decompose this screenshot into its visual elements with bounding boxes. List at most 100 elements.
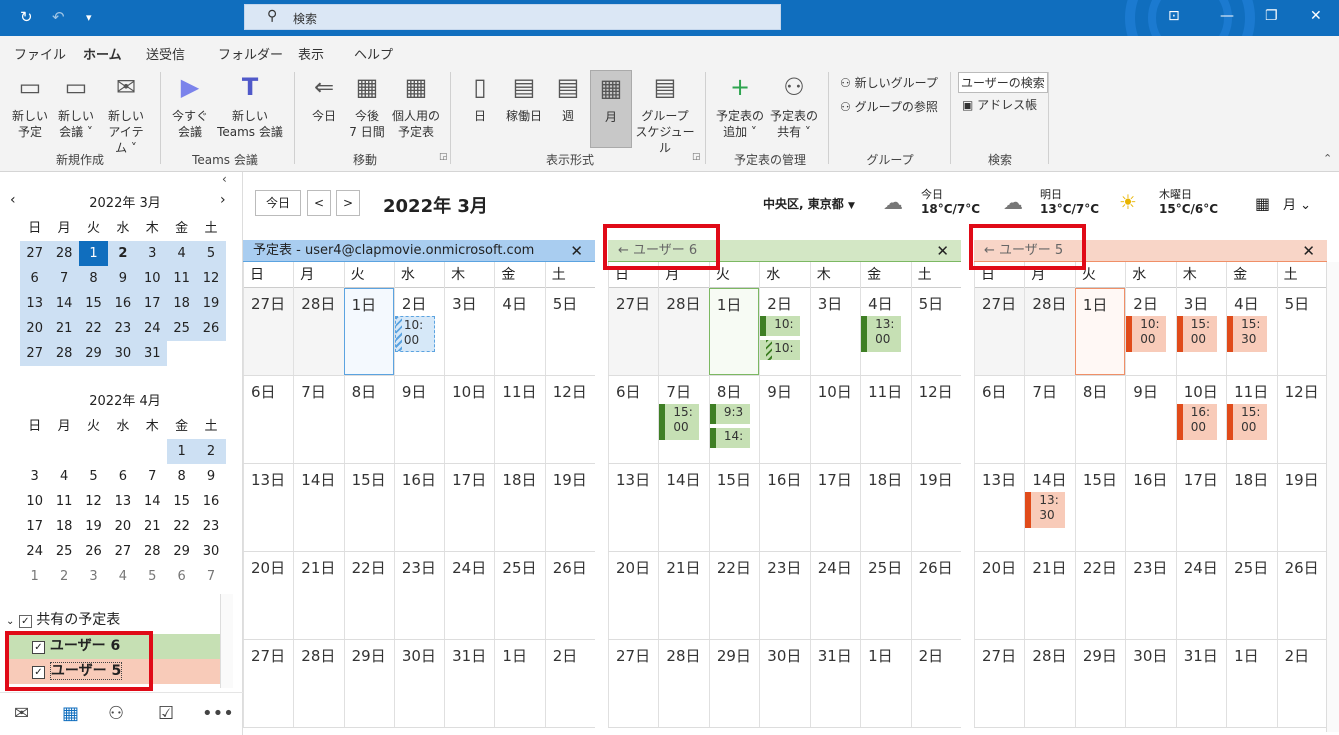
calendar-tab[interactable]: ← ユーザー 6 ✕ (608, 240, 961, 262)
event-item[interactable]: 13: 00 (861, 316, 902, 352)
new-item-button[interactable]: ✉ 新しい アイテム ˅ (104, 70, 148, 156)
day-cell[interactable]: 12日 (544, 376, 595, 463)
day-cell[interactable]: 28日 (293, 288, 344, 375)
day-cell[interactable]: 15日 (343, 464, 394, 551)
prev-month-icon[interactable]: ‹ (10, 192, 16, 208)
event-item[interactable]: 13: 30 (1025, 492, 1066, 528)
mini-calendar-day[interactable]: 24 (137, 316, 167, 341)
mini-calendar-day[interactable]: 1 (20, 564, 49, 589)
day-cell[interactable]: 19日 (1276, 464, 1327, 551)
day-cell[interactable]: 3日 (809, 288, 860, 375)
day-cell[interactable]: 22日 (343, 552, 394, 639)
calendar-scrollbar[interactable] (1326, 262, 1339, 732)
group-checkbox[interactable]: ✓ (18, 615, 32, 628)
day-cell[interactable]: 16日 (759, 464, 809, 551)
day-cell[interactable]: 4日 13: 00 (860, 288, 910, 375)
day-cell[interactable]: 2日 10: 10: (759, 288, 809, 375)
video-button[interactable]: ▶ 今すぐ 会議 (170, 70, 210, 140)
mini-calendar-day[interactable]: 28 (49, 341, 79, 366)
address-book-button[interactable]: ▣ アドレス帳 (962, 96, 1037, 113)
day-cell[interactable]: 18日 (1226, 464, 1276, 551)
day-cell[interactable]: 20日 (974, 552, 1024, 639)
day-cell[interactable]: 30日 (393, 640, 444, 727)
mini-calendar-day[interactable]: 12 (196, 266, 226, 291)
mini-calendar-day[interactable]: 5 (138, 564, 167, 589)
event-item[interactable]: 15: 00 (1227, 404, 1268, 440)
event-item[interactable]: 10: 00 (1126, 316, 1167, 352)
mini-calendar-day[interactable]: 13 (20, 291, 50, 316)
day-cell[interactable]: 26日 (910, 552, 961, 639)
tab-folder[interactable]: フォルダー (218, 44, 283, 63)
event-item[interactable]: 14: (709, 428, 750, 448)
day-cell[interactable]: 25日 (494, 552, 544, 639)
mini-calendar-day[interactable]: 9 (108, 266, 138, 291)
more-icon[interactable]: ••• (202, 703, 234, 724)
day-cell[interactable]: 29日 (1074, 640, 1125, 727)
day-cell[interactable]: 30日 (759, 640, 809, 727)
mini-calendar-day[interactable]: 5 (196, 241, 226, 266)
day-cell[interactable]: 20日 (243, 552, 293, 639)
share-calendar-button[interactable]: ⚇ 予定表の 共有 ˅ (768, 70, 820, 140)
day-cell[interactable]: 25日 (1226, 552, 1276, 639)
mini-calendar-day[interactable]: 28 (138, 539, 167, 564)
day-cell[interactable]: 7日 15: 00 (658, 376, 708, 463)
mini-calendar-day[interactable]: 26 (196, 316, 226, 341)
close-icon[interactable]: ✕ (570, 240, 583, 262)
mini-calendar-day[interactable]: 10 (137, 266, 167, 291)
mini-calendar-day[interactable]: 27 (20, 341, 50, 366)
day-cell[interactable]: 2日 10: 00 (1125, 288, 1175, 375)
add-calendar-button[interactable]: + 予定表の 追加 ˅ (714, 70, 766, 140)
day-cell[interactable]: 28日 (658, 288, 709, 375)
mini-calendar-day[interactable]: 18 (49, 514, 78, 539)
mail-icon[interactable]: ✉ (14, 703, 29, 724)
mini-calendar-day[interactable]: 10 (20, 489, 49, 514)
mini-calendar-day[interactable]: 16 (196, 489, 225, 514)
event-item[interactable]: 16: 00 (1176, 404, 1217, 440)
day-cell[interactable]: 29日 (708, 640, 759, 727)
day-cell[interactable]: 18日 (860, 464, 910, 551)
mini-calendar-day[interactable]: 15 (167, 489, 196, 514)
dialog-launcher-icon[interactable]: ◲ (439, 152, 448, 162)
tasks-icon[interactable]: ☑ (158, 703, 174, 724)
day-cell[interactable]: 27日 (243, 288, 294, 375)
mini-calendar-day[interactable]: 7 (196, 564, 225, 589)
mini-calendar-day[interactable]: 6 (20, 266, 50, 291)
user-search-input[interactable]: ユーザーの検索 (958, 72, 1048, 93)
day-cell[interactable]: 10日 16: 00 (1175, 376, 1226, 463)
mini-calendar-day[interactable]: 8 (78, 266, 109, 291)
calendar-tab[interactable]: ← ユーザー 5 ✕ (974, 240, 1327, 262)
day-cell[interactable]: 27日 (974, 288, 1025, 375)
day-cell[interactable]: 28日 (293, 640, 343, 727)
day-cell[interactable]: 1日 (343, 288, 394, 375)
mini-calendar-day[interactable]: 31 (137, 341, 167, 366)
day-cell[interactable]: 18日 (494, 464, 544, 551)
day-cell[interactable]: 21日 (293, 552, 343, 639)
day-cell[interactable]: 1日 (860, 640, 910, 727)
coming-soon-icon[interactable]: ⊡ (1168, 8, 1180, 24)
day-cell[interactable]: 14日 (658, 464, 708, 551)
restore-icon[interactable]: ❐ (1265, 8, 1278, 24)
calendar-new-button[interactable]: ▭ 新しい 予定 (10, 70, 50, 140)
event-item[interactable]: 15: 00 (659, 404, 700, 440)
day-cell[interactable]: 12日 (910, 376, 961, 463)
day-cell[interactable]: 5日 (910, 288, 961, 375)
tab-file[interactable]: ファイル (14, 44, 66, 63)
mini-calendar-day[interactable]: 16 (108, 291, 138, 316)
day-cell[interactable]: 19日 (910, 464, 961, 551)
mini-calendar-day[interactable]: 20 (108, 514, 137, 539)
day-cell[interactable]: 25日 (860, 552, 910, 639)
day-cell[interactable]: 16日 (1125, 464, 1175, 551)
next-button[interactable]: > (336, 190, 360, 216)
mini-calendar-day[interactable]: 3 (20, 464, 49, 489)
day-cell[interactable]: 3日 15: 00 (1175, 288, 1226, 375)
day-cell[interactable]: 30日 (1125, 640, 1175, 727)
day-cell[interactable]: 1日 (1226, 640, 1276, 727)
event-item[interactable]: 10: 00 (394, 316, 435, 352)
mini-calendar-day[interactable]: 12 (79, 489, 108, 514)
mini-calendar-day[interactable]: 18 (166, 291, 197, 316)
day-cell[interactable]: 23日 (1125, 552, 1175, 639)
day-cell[interactable]: 16日 (393, 464, 444, 551)
mini-calendar-day[interactable]: 14 (49, 291, 79, 316)
day-cell[interactable]: 22日 (708, 552, 759, 639)
mini-calendar-day[interactable]: 19 (196, 291, 226, 316)
